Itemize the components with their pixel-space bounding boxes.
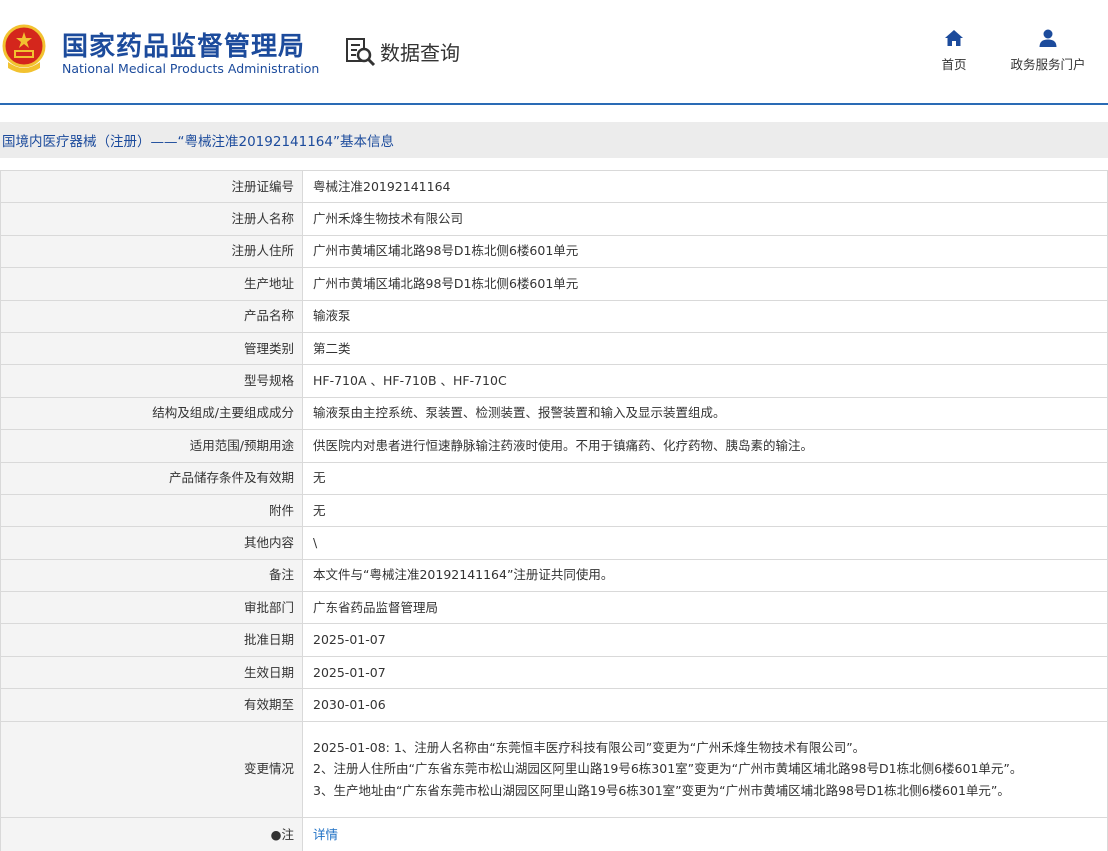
table-row: 注册证编号 粤械注准20192141164 — [0, 169, 1108, 204]
field-value: 广州市黄埔区埔北路98号D1栋北侧6楼601单元 — [302, 234, 1108, 269]
table-row: 备注 本文件与“粤械注准20192141164”注册证共同使用。 — [0, 558, 1108, 593]
nav-home[interactable]: 首页 — [938, 28, 970, 73]
user-icon — [1039, 29, 1057, 47]
field-value: 第二类 — [302, 331, 1108, 366]
field-label: 结构及组成/主要组成成分 — [0, 396, 303, 431]
field-value: 2025-01-07 — [302, 655, 1108, 690]
field-label: 注册证编号 — [0, 169, 303, 204]
data-query-section: 数据查询 — [344, 35, 460, 67]
field-value: 无 — [302, 493, 1108, 528]
table-row: 结构及组成/主要组成成分 输液泵由主控系统、泵装置、检测装置、报警装置和输入及显示… — [0, 396, 1108, 431]
header-divider — [0, 103, 1108, 105]
table-row: 其他内容 \ — [0, 526, 1108, 560]
logo-title-cn[interactable]: 国家药品监督管理局 — [62, 26, 305, 63]
field-label: 其他内容 — [0, 526, 303, 560]
document-search-icon — [346, 38, 376, 67]
field-label: 变更情况 — [0, 720, 303, 818]
table-row: 产品名称 输液泵 — [0, 299, 1108, 333]
field-label: 审批部门 — [0, 591, 303, 625]
field-value: 详情 — [302, 816, 1108, 851]
table-row: 适用范围/预期用途 供医院内对患者进行恒速静脉输注药液时使用。不用于镇痛药、化疗药… — [0, 429, 1108, 463]
table-row: 审批部门 广东省药品监督管理局 — [0, 591, 1108, 625]
field-value: 广州禾烽生物技术有限公司 — [302, 202, 1108, 236]
logo-title-en[interactable]: National Medical Products Administration — [62, 61, 319, 76]
field-label: 产品名称 — [0, 299, 303, 333]
change-history-line: 3、生产地址由“广东省东莞市松山湖园区阿里山路19号6栋301室”变更为“广州市… — [313, 782, 1010, 798]
field-label: 批准日期 — [0, 623, 303, 657]
table-row: 管理类别 第二类 — [0, 331, 1108, 366]
table-row-note: ●注 详情 — [0, 816, 1108, 851]
table-row: 型号规格 HF-710A 、HF-710B 、HF-710C — [0, 364, 1108, 398]
table-row: 生产地址 广州市黄埔区埔北路98号D1栋北侧6楼601单元 — [0, 267, 1108, 301]
field-label: 生效日期 — [0, 655, 303, 690]
field-value: 本文件与“粤械注准20192141164”注册证共同使用。 — [302, 558, 1108, 593]
field-label: 备注 — [0, 558, 303, 593]
field-label: 产品储存条件及有效期 — [0, 461, 303, 495]
site-header: 国家药品监督管理局 National Medical Products Admi… — [0, 0, 1108, 104]
detail-link[interactable]: 详情 — [313, 827, 338, 842]
field-label: ●注 — [0, 816, 303, 851]
table-row-change-history: 变更情况 2025-01-08: 1、注册人名称由“东莞恒丰医疗科技有限公司”变更… — [0, 720, 1108, 818]
change-history-line: 2、注册人住所由“广东省东莞市松山湖园区阿里山路19号6栋301室”变更为“广州… — [313, 761, 1023, 777]
field-label: 管理类别 — [0, 331, 303, 366]
nav-home-label: 首页 — [941, 57, 967, 72]
field-value: 输液泵由主控系统、泵装置、检测装置、报警装置和输入及显示装置组成。 — [302, 396, 1108, 431]
field-value: 广东省药品监督管理局 — [302, 591, 1108, 625]
field-value: 广州市黄埔区埔北路98号D1栋北侧6楼601单元 — [302, 267, 1108, 301]
field-value: 2030-01-06 — [302, 688, 1108, 722]
table-row: 有效期至 2030-01-06 — [0, 688, 1108, 722]
field-label: 适用范围/预期用途 — [0, 429, 303, 463]
table-row: 注册人住所 广州市黄埔区埔北路98号D1栋北侧6楼601单元 — [0, 234, 1108, 269]
table-row: 生效日期 2025-01-07 — [0, 655, 1108, 690]
field-value: 输液泵 — [302, 299, 1108, 333]
section-title: 数据查询 — [380, 40, 460, 65]
home-icon — [945, 30, 963, 46]
field-value: 无 — [302, 461, 1108, 495]
nav-service-label: 政务服务门户 — [1010, 57, 1086, 72]
device-info-table: 注册证编号 粤械注准20192141164 注册人名称 广州禾烽生物技术有限公司 注册人… — [0, 169, 1108, 851]
field-label: 注册人名称 — [0, 202, 303, 236]
field-label: 型号规格 — [0, 364, 303, 398]
field-value: 供医院内对患者进行恒速静脉输注药液时使用。不用于镇痛药、化疗药物、胰岛素的输注。 — [302, 429, 1108, 463]
table-row: 注册人名称 广州禾烽生物技术有限公司 — [0, 202, 1108, 236]
change-history-line: 2025-01-08: 1、注册人名称由“东莞恒丰医疗科技有限公司”变更为“广州… — [313, 739, 866, 755]
nav-service-portal[interactable]: 政务服务门户 — [1004, 28, 1092, 73]
page-title: 国境内医疗器械（注册）——“粤械注准20192141164”基本信息 — [2, 134, 394, 150]
field-label: 生产地址 — [0, 267, 303, 301]
field-label: 附件 — [0, 493, 303, 528]
field-value: \ — [302, 526, 1108, 560]
field-label: 注册人住所 — [0, 234, 303, 269]
national-emblem-icon — [2, 24, 46, 73]
field-value: 粤械注准20192141164 — [302, 169, 1108, 204]
change-history-value: 2025-01-08: 1、注册人名称由“东莞恒丰医疗科技有限公司”变更为“广州… — [302, 720, 1108, 818]
table-row: 批准日期 2025-01-07 — [0, 623, 1108, 657]
field-value: 2025-01-07 — [302, 623, 1108, 657]
field-label: 有效期至 — [0, 688, 303, 722]
field-value: HF-710A 、HF-710B 、HF-710C — [302, 364, 1108, 398]
table-row: 产品储存条件及有效期无 — [0, 461, 1108, 495]
table-row: 附件无 — [0, 493, 1108, 528]
page-title-bar: 国境内医疗器械（注册）——“粤械注准20192141164”基本信息 — [0, 122, 1108, 158]
